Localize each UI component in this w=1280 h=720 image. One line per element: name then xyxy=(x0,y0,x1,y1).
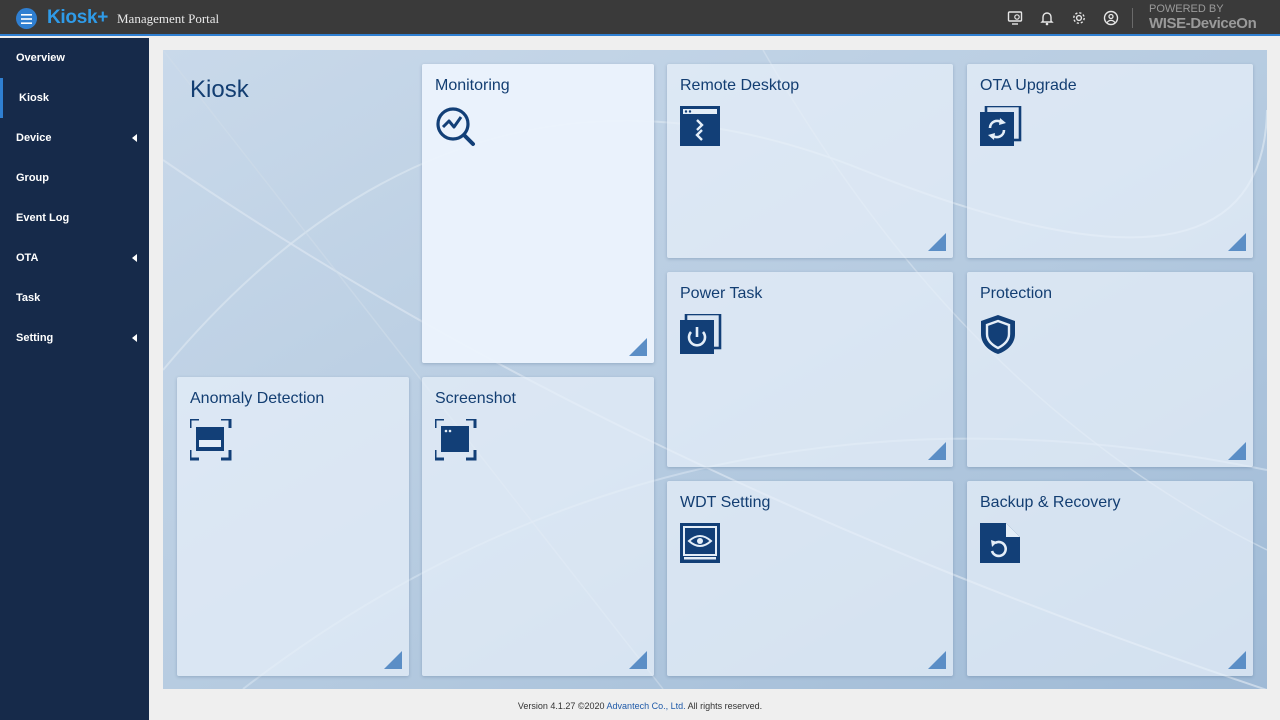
tile-wdt-setting[interactable]: WDT Setting xyxy=(667,481,953,676)
sidebar-item-label: Kiosk xyxy=(19,92,49,104)
tile-screenshot[interactable]: Screenshot xyxy=(422,377,654,676)
sidebar-item-ota[interactable]: OTA xyxy=(0,238,149,278)
backup-recovery-icon xyxy=(980,523,1022,565)
tile-label: Backup & Recovery xyxy=(980,494,1121,511)
footer: Version 4.1.27 ©2020 Advantech Co., Ltd.… xyxy=(149,701,1131,711)
caret-left-icon xyxy=(132,334,137,342)
kiosk-panel: Kiosk Monitoring Remote Desktop OTA Upgr… xyxy=(163,50,1267,689)
sidebar: Overview Kiosk Device Group Event Log OT… xyxy=(0,38,149,720)
tile-label: Power Task xyxy=(680,285,763,302)
sidebar-item-label: Device xyxy=(16,132,52,144)
footer-rights: All rights reserved. xyxy=(685,701,763,711)
sidebar-item-device[interactable]: Device xyxy=(0,118,149,158)
tile-power-task[interactable]: Power Task xyxy=(667,272,953,467)
tile-corner-mark xyxy=(928,233,946,251)
tile-protection[interactable]: Protection xyxy=(967,272,1253,467)
tile-monitoring[interactable]: Monitoring xyxy=(422,64,654,363)
tile-backup-recovery[interactable]: Backup & Recovery xyxy=(967,481,1253,676)
sidebar-item-task[interactable]: Task xyxy=(0,278,149,318)
tile-corner-mark xyxy=(629,651,647,669)
sidebar-item-label: Task xyxy=(16,292,41,304)
app-title: Management Portal xyxy=(117,11,220,26)
anomaly-scan-icon xyxy=(188,417,232,461)
tile-label: Monitoring xyxy=(435,77,510,94)
tile-corner-mark xyxy=(384,651,402,669)
bell-icon[interactable] xyxy=(1039,10,1055,26)
tile-remote-desktop[interactable]: Remote Desktop xyxy=(667,64,953,258)
sidebar-item-overview[interactable]: Overview xyxy=(0,38,149,78)
tile-corner-mark xyxy=(1228,233,1246,251)
sidebar-item-label: Overview xyxy=(16,52,65,64)
wdt-eye-icon xyxy=(680,523,722,565)
menu-icon[interactable] xyxy=(16,8,37,29)
footer-version: Version 4.1.27 ©2020 xyxy=(517,701,607,711)
product-logo: WISE-DeviceOn xyxy=(1149,15,1257,32)
sidebar-item-event-log[interactable]: Event Log xyxy=(0,198,149,238)
remote-desktop-icon xyxy=(680,106,722,148)
user-icon[interactable] xyxy=(1103,10,1119,26)
sidebar-item-kiosk[interactable]: Kiosk xyxy=(0,78,149,118)
tile-corner-mark xyxy=(928,442,946,460)
monitoring-chart-magnifier-icon xyxy=(435,106,477,148)
header-divider xyxy=(1132,8,1133,28)
ota-upgrade-refresh-icon xyxy=(980,104,1022,148)
page-title: Kiosk xyxy=(190,76,249,103)
tile-corner-mark xyxy=(1228,651,1246,669)
power-icon xyxy=(680,312,722,356)
tile-label: OTA Upgrade xyxy=(980,77,1077,94)
tile-label: WDT Setting xyxy=(680,494,771,511)
tile-corner-mark xyxy=(928,651,946,669)
gear-icon[interactable] xyxy=(1071,10,1087,26)
tile-label: Protection xyxy=(980,285,1053,302)
sidebar-item-group[interactable]: Group xyxy=(0,158,149,198)
monitor-settings-icon[interactable] xyxy=(1007,10,1023,26)
sidebar-item-label: OTA xyxy=(16,252,39,264)
tile-corner-mark xyxy=(629,338,647,356)
brand-logo: Kiosk+ xyxy=(47,7,109,28)
tile-label: Remote Desktop xyxy=(680,77,800,94)
sidebar-item-label: Event Log xyxy=(16,212,70,224)
footer-company-link[interactable]: Advantech Co., Ltd. xyxy=(607,701,686,711)
sidebar-item-label: Group xyxy=(16,172,49,184)
tile-label: Screenshot xyxy=(435,390,516,407)
tile-anomaly-detection[interactable]: Anomaly Detection xyxy=(177,377,409,676)
caret-left-icon xyxy=(132,254,137,262)
tile-ota-upgrade[interactable]: OTA Upgrade xyxy=(967,64,1253,258)
screenshot-icon xyxy=(433,417,477,461)
shield-icon xyxy=(980,314,1022,356)
sidebar-item-label: Setting xyxy=(16,332,54,344)
sidebar-item-setting[interactable]: Setting xyxy=(0,318,149,358)
powered-by-label: POWERED BY xyxy=(1149,3,1224,15)
tile-corner-mark xyxy=(1228,442,1246,460)
caret-left-icon xyxy=(132,134,137,142)
tile-label: Anomaly Detection xyxy=(190,390,325,407)
top-bar: Kiosk+ Management Portal POWERED BY WISE… xyxy=(0,0,1280,36)
